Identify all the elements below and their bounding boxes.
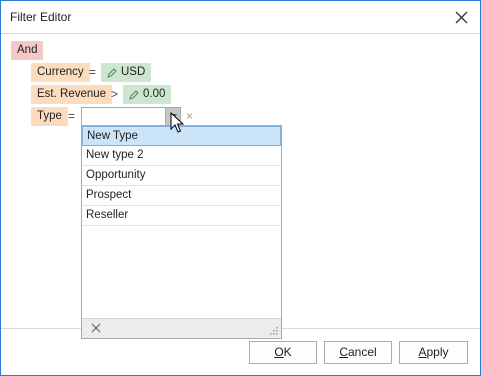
- list-item[interactable]: Reseller: [82, 206, 281, 226]
- window-title: Filter Editor: [10, 10, 72, 24]
- condition-value-usd[interactable]: USD: [101, 63, 152, 82]
- remove-value-icon[interactable]: ×: [186, 110, 196, 122]
- condition-operator-equals[interactable]: =: [89, 63, 96, 82]
- popup-footer: [82, 318, 281, 338]
- list-item[interactable]: Opportunity: [82, 166, 281, 186]
- pencil-icon: [129, 89, 139, 100]
- mouse-pointer-icon: [170, 112, 184, 133]
- type-options-list: New Type New type 2 Opportunity Prospect…: [82, 126, 281, 226]
- condition-value-text: USD: [121, 66, 146, 78]
- condition-value-revenue[interactable]: 0.00: [123, 85, 172, 104]
- condition-operator-greater[interactable]: >: [111, 85, 118, 104]
- resize-grip-icon[interactable]: [269, 326, 278, 335]
- condition-operator-equals[interactable]: =: [68, 107, 75, 126]
- cancel-button[interactable]: Cancel: [324, 341, 392, 364]
- close-icon[interactable]: [90, 322, 102, 334]
- title-bar: Filter Editor: [1, 1, 480, 33]
- list-item[interactable]: Prospect: [82, 186, 281, 206]
- group-operator-and[interactable]: And: [11, 41, 44, 60]
- type-dropdown-popup: New Type New type 2 Opportunity Prospect…: [81, 125, 282, 339]
- close-button[interactable]: [443, 1, 479, 33]
- list-item[interactable]: New type 2: [82, 146, 281, 166]
- ok-button[interactable]: OK: [249, 341, 317, 364]
- condition-field-currency[interactable]: Currency: [31, 63, 90, 82]
- pencil-icon: [107, 67, 117, 78]
- condition-field-est-revenue[interactable]: Est. Revenue: [31, 85, 113, 104]
- condition-value-text: 0.00: [143, 88, 166, 100]
- close-icon: [455, 11, 467, 23]
- apply-button[interactable]: Apply: [399, 341, 468, 364]
- condition-field-type[interactable]: Type: [31, 107, 68, 126]
